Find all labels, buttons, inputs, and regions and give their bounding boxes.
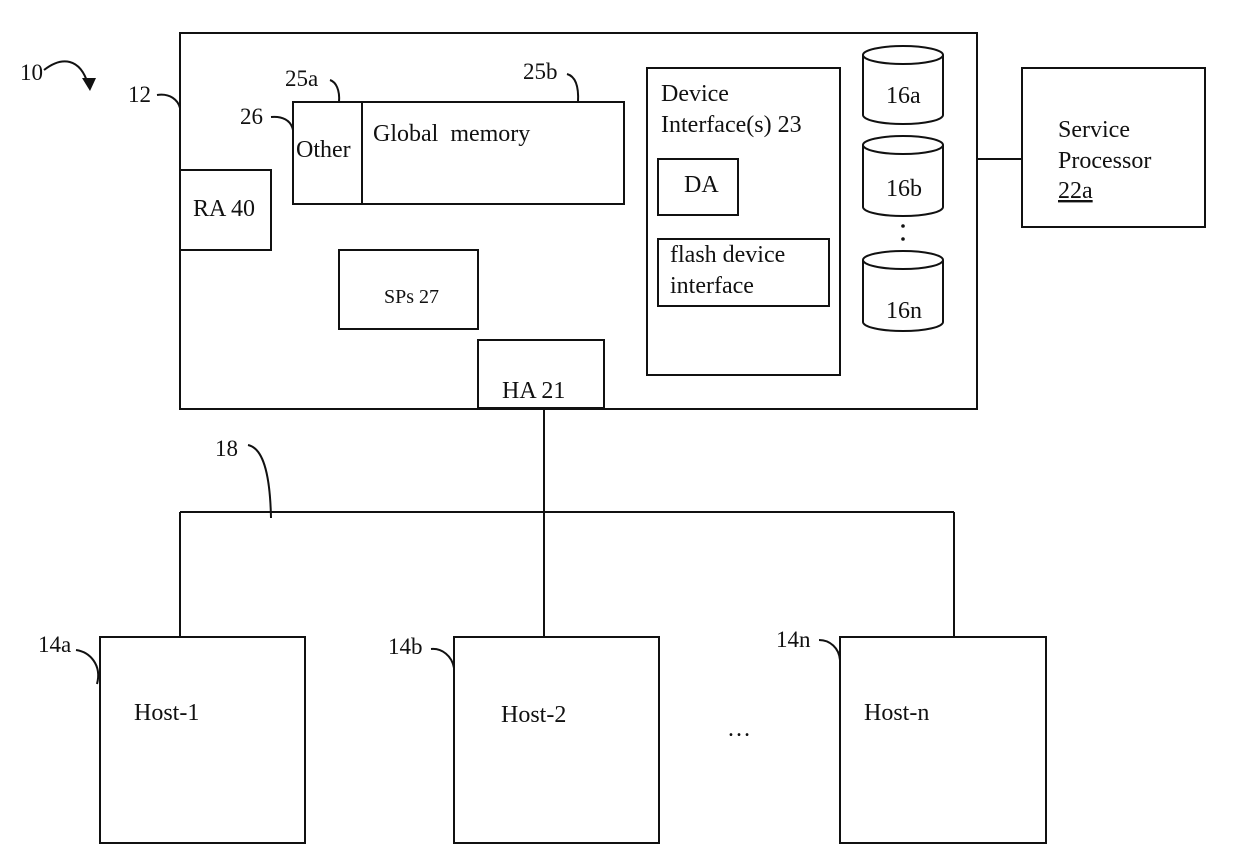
- disk-ellipsis-dot: [901, 224, 905, 228]
- host-n-leader: [818, 639, 841, 661]
- network-ref: 18: [215, 436, 238, 461]
- host-2-ref: 14b: [388, 634, 423, 659]
- host-n-box: [839, 636, 1047, 844]
- device-interfaces-label-2: Interface(s) 23: [661, 112, 802, 138]
- host-n-label: Host-n: [864, 700, 929, 726]
- disk-ellipsis-dot: [901, 237, 905, 241]
- system-ref-label: 10: [20, 60, 43, 85]
- service-processor-ref: 22a: [1058, 178, 1093, 204]
- service-processor-label-1: Service: [1058, 117, 1130, 143]
- disk-label: 16a: [886, 83, 921, 109]
- system-ref-arrow: [43, 60, 89, 85]
- device-interfaces-label-1: Device: [661, 81, 729, 107]
- global-memory-ref: 25b: [523, 59, 558, 84]
- other-ref: 25a: [285, 66, 318, 91]
- ra-label: RA 40: [193, 196, 255, 222]
- host-2-box: [453, 636, 660, 844]
- disk-label: 16n: [886, 298, 922, 324]
- global-memory-label: Global memory: [373, 121, 530, 147]
- disk-16b: 16b: [862, 135, 944, 217]
- disk-top: [862, 45, 944, 65]
- network-leader: [247, 444, 272, 519]
- host-1-ref: 14a: [38, 632, 71, 657]
- host-1-box: [99, 636, 306, 844]
- storage-system-ref: 12: [128, 82, 151, 107]
- ha-label: HA 21: [502, 378, 565, 404]
- disk-16n: 16n: [862, 250, 944, 332]
- flash-interface-label-2: interface: [670, 273, 754, 299]
- disk-16a: 16a: [862, 45, 944, 125]
- flash-interface-label-1: flash device: [670, 242, 785, 268]
- storage-system-diagram: 10 12 Global memory Other 25a 25b 26 RA …: [20, 32, 1206, 844]
- sps-label: SPs 27: [384, 286, 439, 308]
- arrowhead-icon: [82, 78, 96, 91]
- memory-group-ref: 26: [240, 104, 263, 129]
- disk-top: [862, 250, 944, 270]
- disk-top: [862, 135, 944, 155]
- host-n-ref: 14n: [776, 627, 811, 652]
- service-processor-label-2: Processor: [1058, 148, 1151, 174]
- host-1-leader: [75, 649, 100, 685]
- host-2-leader: [430, 647, 455, 669]
- disk-label: 16b: [886, 176, 922, 202]
- host-ellipsis: …: [727, 716, 751, 742]
- host-1-label: Host-1: [134, 700, 199, 726]
- other-label: Other: [296, 137, 351, 163]
- host-2-label: Host-2: [501, 702, 566, 728]
- storage-system-leader: [156, 93, 181, 109]
- da-label: DA: [684, 172, 719, 198]
